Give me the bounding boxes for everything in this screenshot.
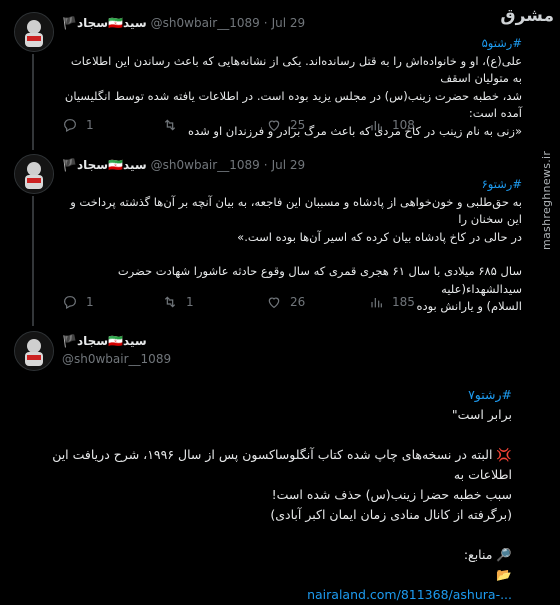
- avatar[interactable]: [14, 154, 54, 194]
- text-line: 💢 البته در نسخه‌های چاپ شده کتاب آنگلوسا…: [52, 447, 512, 482]
- sources-label: 🔎 منابع:: [463, 547, 512, 562]
- tweet-date[interactable]: Jul 29: [272, 16, 306, 30]
- display-name[interactable]: سید🇮🇷سجاد🏴: [62, 16, 147, 30]
- views-button[interactable]: 108: [368, 117, 415, 133]
- text-line: علی(ع)، او و خانواده‌اش را به قتل رسانده…: [70, 53, 522, 86]
- reply-icon: [64, 119, 76, 133]
- view-count: 185: [392, 295, 415, 309]
- text-line: [14, 525, 512, 545]
- like-count: 25: [290, 118, 306, 132]
- tweet-text: #رشتو۷ برابر است" 💢 البته در نسخه‌های چا…: [14, 385, 512, 605]
- views-button[interactable]: 185: [368, 294, 415, 310]
- retweet-button[interactable]: [162, 117, 186, 133]
- reply-icon: [64, 296, 76, 310]
- hashtag-link[interactable]: #رشتو۷: [14, 385, 512, 405]
- thread-connector: [32, 54, 34, 150]
- retweet-icon: [164, 119, 176, 131]
- separator-dot: ·: [263, 158, 268, 172]
- heart-icon: [268, 297, 280, 309]
- like-button[interactable]: 26: [266, 294, 305, 310]
- action-bar: 1 1 26 185: [62, 294, 452, 312]
- main-tweet[interactable]: سید🇮🇷سجاد🏴 @sh0wbair__1089 #رشتو۷ برابر …: [0, 325, 528, 602]
- text-line: در حالی در کاخ پادشاه بیان کرده که اسیر …: [237, 229, 522, 244]
- handle[interactable]: @sh0wbair__1089: [62, 352, 171, 366]
- reply-button[interactable]: 1: [62, 117, 94, 133]
- reply-button[interactable]: 1: [62, 294, 94, 310]
- thread-connector: [32, 196, 34, 326]
- handle[interactable]: @sh0wbair__1089: [151, 158, 260, 172]
- tweet-header: سید🇮🇷سجاد🏴: [62, 332, 524, 350]
- tweet-header: سید🇮🇷سجاد🏴 @sh0wbair__1089 · Jul 29: [62, 156, 524, 174]
- retweet-count: 1: [186, 295, 194, 309]
- views-chart-icon: [371, 121, 382, 131]
- avatar-image: [15, 13, 53, 51]
- reply-count: 1: [86, 295, 94, 309]
- text-line: به حق‌طلبی و خون‌خواهی از پادشاه و مسببا…: [70, 194, 522, 227]
- text-line: برابر است": [451, 407, 512, 422]
- folder-icon: 📂: [496, 567, 512, 582]
- text-line: [62, 246, 522, 263]
- watermark-url: mashreghnews.ir: [540, 150, 553, 250]
- action-bar: 1 25 108: [62, 117, 452, 135]
- avatar[interactable]: [14, 331, 54, 371]
- source-link[interactable]: nairaland.com/811368/ashura-...: [14, 585, 512, 605]
- retweet-button[interactable]: 1: [162, 294, 194, 310]
- views-chart-icon: [371, 298, 382, 308]
- display-name[interactable]: سید🇮🇷سجاد🏴: [62, 334, 147, 348]
- text-line: (برگرفته از کانال منادی زمان ایمان اکبر …: [270, 507, 512, 522]
- hashtag-link[interactable]: #رشتو۶: [62, 176, 522, 194]
- tweet[interactable]: سید🇮🇷سجاد🏴 @sh0wbair__1089 · Jul 29 #رشت…: [0, 0, 528, 150]
- avatar-image: [15, 155, 53, 193]
- tweet-date[interactable]: Jul 29: [272, 158, 306, 172]
- tweet-header: سید🇮🇷سجاد🏴 @sh0wbair__1089 · Jul 29: [62, 14, 524, 32]
- heart-icon: [268, 120, 280, 132]
- display-name[interactable]: سید🇮🇷سجاد🏴: [62, 158, 147, 172]
- text-line: سبب خطبه حضرا زینب(س) حذف شده است!: [271, 487, 512, 502]
- separator-dot: ·: [263, 16, 268, 30]
- avatar[interactable]: [14, 12, 54, 52]
- like-button[interactable]: 25: [266, 117, 305, 133]
- avatar-image: [15, 332, 53, 370]
- handle[interactable]: @sh0wbair__1089: [151, 16, 260, 30]
- hashtag-link[interactable]: #رشتو۵: [62, 35, 522, 53]
- tweet[interactable]: سید🇮🇷سجاد🏴 @sh0wbair__1089 · Jul 29 #رشت…: [0, 150, 528, 326]
- reply-count: 1: [86, 118, 94, 132]
- text-line: [14, 425, 512, 445]
- retweet-icon: [164, 296, 176, 308]
- text-line: سال ۶۸۵ میلادی با سال ۶۱ هجری قمری که سا…: [117, 264, 522, 296]
- view-count: 108: [392, 118, 415, 132]
- like-count: 26: [290, 295, 306, 309]
